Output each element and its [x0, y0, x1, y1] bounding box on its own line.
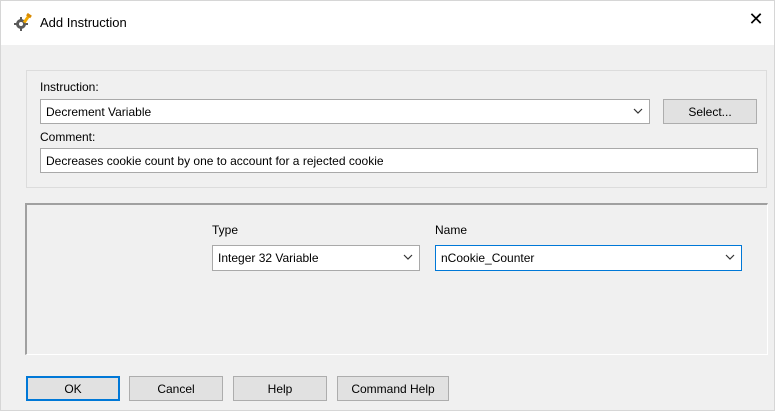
comment-value: Decreases cookie count by one to account… — [46, 154, 384, 168]
chevron-down-icon — [401, 250, 415, 264]
name-label: Name — [435, 223, 468, 237]
chevron-down-icon — [723, 250, 737, 264]
add-instruction-dialog: Add Instruction ✕ Instruction: Decrement… — [0, 0, 775, 411]
command-help-button[interactable]: Command Help — [337, 376, 449, 401]
type-label: Type — [212, 223, 239, 237]
cancel-button[interactable]: Cancel — [129, 376, 223, 401]
name-dropdown[interactable]: nCookie_Counter — [435, 245, 742, 271]
chevron-down-icon — [631, 104, 645, 118]
comment-label: Comment: — [40, 130, 96, 144]
window-title: Add Instruction — [40, 15, 127, 30]
title-bar: Add Instruction ✕ — [1, 1, 774, 45]
name-value: nCookie_Counter — [441, 251, 535, 265]
comment-field[interactable]: Decreases cookie count by one to account… — [40, 148, 758, 173]
instruction-label: Instruction: — [40, 80, 99, 94]
close-button[interactable]: ✕ — [738, 1, 774, 37]
gear-wrench-icon — [14, 12, 32, 31]
close-icon: ✕ — [748, 8, 764, 29]
help-button[interactable]: Help — [233, 376, 327, 401]
instruction-value: Decrement Variable — [46, 105, 152, 119]
parameters-panel — [25, 203, 768, 355]
type-dropdown[interactable]: Integer 32 Variable — [212, 245, 420, 271]
instruction-dropdown[interactable]: Decrement Variable — [40, 99, 650, 124]
type-value: Integer 32 Variable — [218, 251, 319, 265]
select-button[interactable]: Select... — [663, 99, 757, 124]
ok-button[interactable]: OK — [26, 376, 120, 401]
